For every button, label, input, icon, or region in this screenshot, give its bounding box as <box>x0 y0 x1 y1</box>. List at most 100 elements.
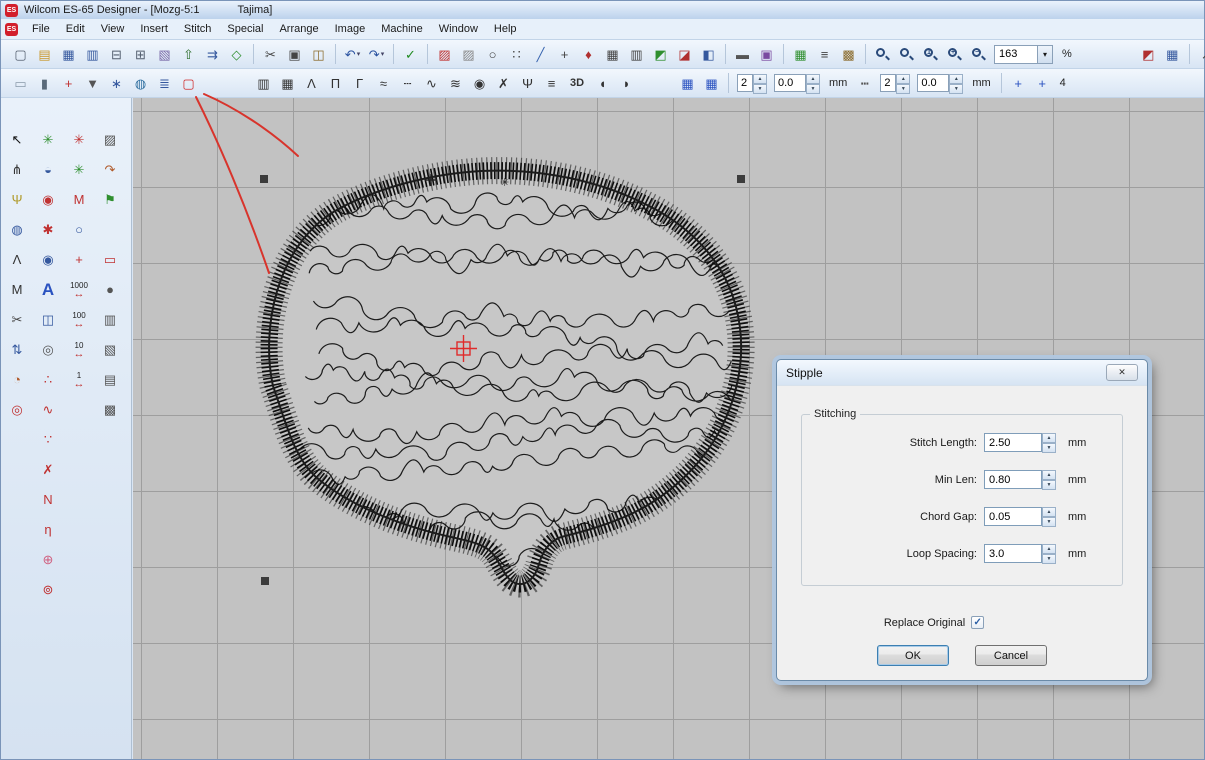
spin-down-icon[interactable]: ▼ <box>1042 443 1056 453</box>
zoom-level-input[interactable] <box>995 46 1037 63</box>
chord-gap-input[interactable] <box>984 507 1042 526</box>
filled-view-icon[interactable]: ▮ <box>33 72 56 94</box>
menu-insert[interactable]: Insert <box>132 20 176 38</box>
dropdown-caret-icon[interactable]: ▾ <box>381 50 385 58</box>
motif-dots-tool[interactable]: ∴ <box>35 368 61 391</box>
spinner-buttons[interactable]: ▲▼ <box>896 74 910 92</box>
dome-tool[interactable]: ◒ <box>35 158 61 181</box>
pan-icon[interactable]: ↗ <box>1195 43 1205 65</box>
design-card-icon[interactable]: ▣ <box>755 43 778 65</box>
zoom-level-combo[interactable]: ▾ <box>994 45 1053 64</box>
ok-button[interactable]: OK <box>877 645 949 666</box>
needle-points-icon[interactable]: + <box>57 72 80 94</box>
zoom-in-icon[interactable]: + <box>943 43 966 65</box>
chart-red-icon[interactable]: ◪ <box>673 43 696 65</box>
overview-window-icon[interactable] <box>871 43 894 65</box>
center-design-icon[interactable]: + <box>1031 72 1054 94</box>
stitch-table-icon[interactable]: ▦ <box>601 43 624 65</box>
print-icon[interactable]: ⊟ <box>105 43 128 65</box>
menu-window[interactable]: Window <box>431 20 486 38</box>
save-design-icon[interactable]: ▦ <box>57 43 80 65</box>
spin-up-icon[interactable]: ▲ <box>1042 507 1056 517</box>
stipple-fill-icon[interactable]: ▢ <box>177 72 200 94</box>
spin-down-icon[interactable]: ▼ <box>1042 517 1056 527</box>
snip-tool[interactable]: ✂ <box>4 308 30 331</box>
open-design-icon[interactable]: ▤ <box>33 43 56 65</box>
ring-tool[interactable]: ◎ <box>4 398 30 421</box>
chord-gap-spinner[interactable]: ▲▼ <box>1042 507 1056 526</box>
nudge-design-icon[interactable]: + <box>1007 72 1030 94</box>
stitch-lines-icon[interactable]: ≡ <box>540 72 563 94</box>
spin-down-icon[interactable]: ▼ <box>949 84 963 94</box>
stitch-hatch-red-icon[interactable]: ▨ <box>433 43 456 65</box>
dialog-close-button[interactable]: ✕ <box>1106 364 1138 381</box>
lettering-tool[interactable]: A <box>35 278 61 301</box>
hatch-tool[interactable]: ▨ <box>97 128 123 151</box>
menu-view[interactable]: View <box>93 20 133 38</box>
stitch-length-spinner[interactable]: ▲▼ <box>1042 433 1056 452</box>
overlap-icon[interactable]: ◧ <box>697 43 720 65</box>
print-preview-icon[interactable]: ⊞ <box>129 43 152 65</box>
menu-help[interactable]: Help <box>486 20 525 38</box>
e-stitch-icon[interactable]: Π <box>324 72 347 94</box>
grid-green-icon[interactable]: ▦ <box>789 43 812 65</box>
flag-tool[interactable]: ⚑ <box>97 188 123 211</box>
auto-select-icon[interactable]: ✓ <box>399 43 422 65</box>
stitch-length-input[interactable] <box>984 433 1042 452</box>
polygon-select-tool[interactable]: ✳ <box>35 128 61 151</box>
motif-dash-tool[interactable]: ∵ <box>35 428 61 451</box>
slow-redraw-icon[interactable]: ◍ <box>129 72 152 94</box>
satin-column-tool[interactable]: M <box>66 188 92 211</box>
film-strip-icon[interactable]: ▬ <box>731 43 754 65</box>
combo-dropdown-icon[interactable]: ▾ <box>1037 46 1052 63</box>
spin-down-icon[interactable]: ▼ <box>896 84 910 94</box>
mirror-tool[interactable]: ◫ <box>35 308 61 331</box>
scale-1-tool[interactable]: 1↔ <box>66 368 92 391</box>
satin-stitch-icon[interactable]: ▥ <box>252 72 275 94</box>
menu-file[interactable]: File <box>24 20 58 38</box>
spin-up-icon[interactable]: ▲ <box>806 74 820 84</box>
scale-10-tool[interactable]: 10↔ <box>66 338 92 361</box>
column-view-icon[interactable]: ▥ <box>625 43 648 65</box>
dot-stitch-icon[interactable]: ∷ <box>505 43 528 65</box>
spinner-buttons[interactable]: ▲▼ <box>949 74 963 92</box>
menu-image[interactable]: Image <box>327 20 374 38</box>
undo-icon[interactable]: ↶▾ <box>341 43 364 65</box>
fan-tool[interactable]: ◔ <box>4 368 30 391</box>
spin-up-icon[interactable]: ▲ <box>896 74 910 84</box>
motif-zig-tool[interactable]: ∿ <box>35 398 61 421</box>
branch-tool[interactable]: ✳ <box>66 158 92 181</box>
spin-up-icon[interactable]: ▲ <box>1042 470 1056 480</box>
globe-red-tool[interactable]: ◉ <box>35 188 61 211</box>
menu-machine[interactable]: Machine <box>373 20 431 38</box>
column-fill-tool[interactable]: ▥ <box>97 308 123 331</box>
tatami-stitch-icon[interactable]: ▦ <box>276 72 299 94</box>
chart-green-icon[interactable]: ◩ <box>649 43 672 65</box>
motif-wave-tool[interactable]: η <box>35 518 61 541</box>
copy-icon[interactable]: ▣ <box>283 43 306 65</box>
digitize-run-tool[interactable]: ◍ <box>4 218 30 241</box>
cap-left-icon[interactable]: ◖ <box>591 72 614 94</box>
save-as-icon[interactable]: ▥ <box>81 43 104 65</box>
loop-spacing-spinner[interactable]: ▲▼ <box>1042 544 1056 563</box>
loop-spacing-input[interactable] <box>984 544 1042 563</box>
design-properties-icon[interactable]: ▧ <box>153 43 176 65</box>
spin-up-icon[interactable]: ▲ <box>753 74 767 84</box>
crosshair-icon[interactable]: + <box>553 43 576 65</box>
cross-stitch-icon[interactable]: ✗ <box>492 72 515 94</box>
grid-offset-y-spinner[interactable]: ▲▼ <box>917 74 963 92</box>
donut-tool[interactable]: ⊚ <box>35 578 61 601</box>
spin-down-icon[interactable]: ▼ <box>1042 554 1056 564</box>
blanket-stitch-icon[interactable]: Г <box>348 72 371 94</box>
hoop-icon[interactable]: ◇ <box>225 43 248 65</box>
select-object-tool[interactable]: ↖ <box>4 128 30 151</box>
connectors-icon[interactable]: ▼ <box>81 72 104 94</box>
menu-arrange[interactable]: Arrange <box>271 20 326 38</box>
zigzag-stitch-icon[interactable]: Λ <box>300 72 323 94</box>
buttonhole-tool[interactable]: ● <box>97 278 123 301</box>
jump-stitch-icon[interactable]: ∗ <box>105 72 128 94</box>
measure-tool[interactable]: ⇅ <box>4 338 30 361</box>
redo-icon[interactable]: ↷▾ <box>365 43 388 65</box>
stitch-hatch-gray-icon[interactable]: ▨ <box>457 43 480 65</box>
pin-icon[interactable]: ♦ <box>577 43 600 65</box>
